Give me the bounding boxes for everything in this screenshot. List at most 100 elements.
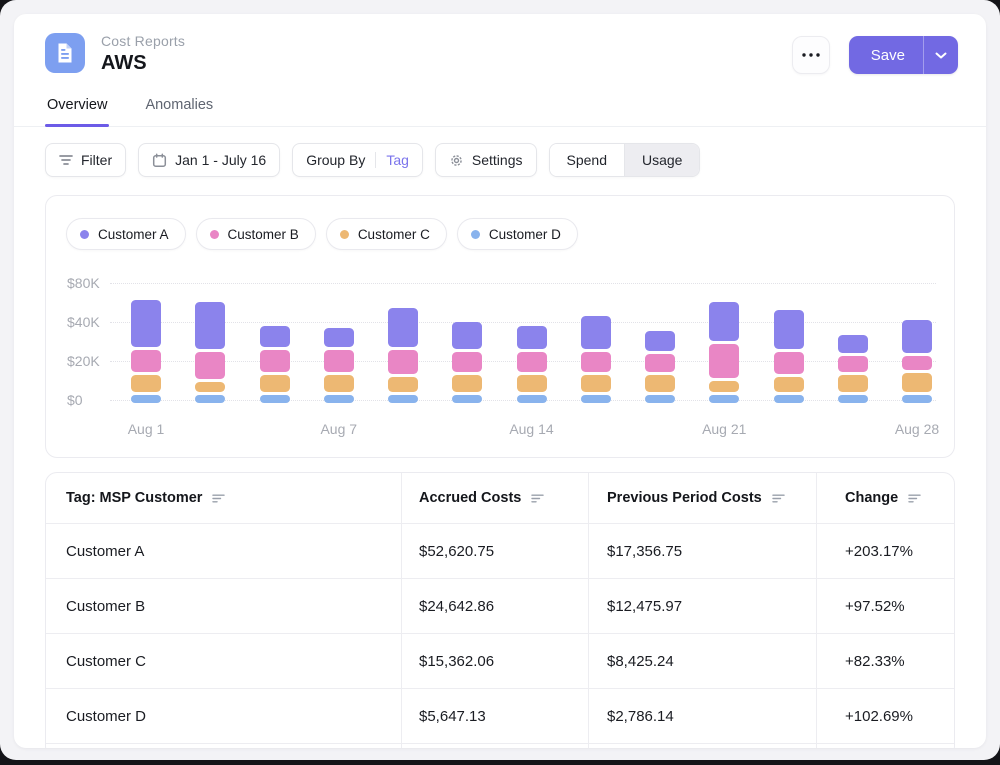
stacked-bar-11[interactable]	[774, 310, 804, 403]
stacked-bar-2[interactable]	[195, 302, 225, 403]
bar-segment-customer-d	[838, 395, 868, 403]
bar-segment-customer-c	[195, 382, 225, 392]
legend-label: Customer C	[358, 227, 430, 242]
ellipsis-icon	[802, 53, 820, 57]
bar-segment-customer-c	[131, 375, 161, 393]
bar-segment-customer-a	[838, 335, 868, 353]
bar-segment-customer-c	[452, 375, 482, 393]
stacked-bar-3[interactable]	[260, 326, 290, 403]
toggle-usage[interactable]: Usage	[624, 144, 699, 176]
bar-segment-customer-a	[452, 322, 482, 349]
column-header-previous[interactable]: Previous Period Costs	[588, 473, 816, 523]
cell-previous: $8,425.24	[588, 634, 816, 688]
x-axis-label: Aug 14	[509, 421, 553, 437]
legend-pill-customer-d[interactable]: Customer D	[457, 218, 578, 250]
save-dropdown-button[interactable]	[924, 52, 958, 59]
date-range-label: Jan 1 - July 16	[175, 152, 266, 168]
sort-lines-icon	[531, 494, 544, 503]
stacked-bar-13[interactable]	[902, 320, 932, 403]
group-by-label: Group By	[306, 152, 365, 168]
toggle-spend[interactable]: Spend	[550, 144, 624, 176]
bar-segment-customer-a	[774, 310, 804, 349]
legend-dot-customer-a	[80, 230, 89, 239]
table-row-customer-a[interactable]: Customer A $52,620.75 $17,356.75 +203.17…	[46, 523, 954, 578]
legend-label: Customer D	[489, 227, 561, 242]
bar-segment-customer-c	[581, 375, 611, 393]
date-range-button[interactable]: Jan 1 - July 16	[138, 143, 280, 177]
table-row-customer-c[interactable]: Customer C $15,362.06 $8,425.24 +82.33%	[46, 633, 954, 688]
x-axis-label: Aug 1	[128, 421, 165, 437]
save-button[interactable]: Save	[849, 47, 923, 64]
legend-dot-customer-b	[210, 230, 219, 239]
stacked-bar-6[interactable]	[452, 322, 482, 403]
cell-accrued: $15,362.06	[401, 634, 588, 688]
cell-name: Customer B	[46, 579, 401, 633]
legend-label: Customer A	[98, 227, 169, 242]
bar-segment-customer-a	[902, 320, 932, 353]
legend-dot-customer-d	[471, 230, 480, 239]
more-options-button[interactable]	[792, 36, 830, 74]
column-header-accrued[interactable]: Accrued Costs	[401, 473, 588, 523]
table-row-customer-d[interactable]: Customer D $5,647.13 $2,786.14 +102.69%	[46, 688, 954, 743]
cell-accrued: $5,647.13	[401, 689, 588, 743]
calendar-icon	[152, 153, 167, 168]
bar-segment-customer-b	[324, 350, 354, 372]
stacked-bar-9[interactable]	[645, 331, 675, 403]
bar-segment-customer-a	[517, 326, 547, 350]
bar-segment-customer-c	[902, 373, 932, 393]
bar-segment-customer-d	[260, 395, 290, 403]
bar-segment-customer-d	[709, 395, 739, 403]
page-title: AWS	[101, 52, 792, 75]
cell-accrued: $24,642.86	[401, 579, 588, 633]
settings-button[interactable]: Settings	[435, 143, 537, 177]
cell-change: +203.17%	[816, 524, 954, 578]
chevron-down-icon	[935, 52, 947, 59]
x-axis-label: Aug 7	[320, 421, 357, 437]
cell-name: Customer A	[46, 524, 401, 578]
stacked-bar-4[interactable]	[324, 328, 354, 403]
toolbar: Filter Jan 1 - July 16 Group By Tag	[45, 143, 955, 177]
column-header-change[interactable]: Change	[816, 473, 954, 523]
sort-lines-icon	[908, 494, 921, 503]
column-header-tag[interactable]: Tag: MSP Customer	[46, 473, 401, 523]
tab-overview[interactable]: Overview	[45, 85, 109, 126]
cost-chart-card: Customer A Customer B Customer C Custome…	[45, 195, 955, 458]
stacked-bar-5[interactable]	[388, 308, 418, 403]
cell-previous: $17,356.75	[588, 524, 816, 578]
cell-accrued: $52,620.75	[401, 524, 588, 578]
legend-pill-customer-c[interactable]: Customer C	[326, 218, 447, 250]
stacked-bar-12[interactable]	[838, 335, 868, 403]
bar-segment-customer-c	[517, 375, 547, 393]
bar-segment-customer-b	[260, 350, 290, 372]
stacked-bar-1[interactable]	[131, 300, 161, 403]
stacked-bar-8[interactable]	[581, 316, 611, 403]
group-by-button[interactable]: Group By Tag	[292, 143, 423, 177]
app-window: Cost Reports AWS Save	[0, 0, 1000, 760]
bar-segment-customer-a	[324, 328, 354, 348]
group-by-divider	[375, 152, 376, 168]
tab-bar: Overview Anomalies	[14, 85, 986, 127]
table-row-customer-b[interactable]: Customer B $24,642.86 $12,475.97 +97.52%	[46, 578, 954, 633]
legend-pill-customer-a[interactable]: Customer A	[66, 218, 186, 250]
bar-segment-customer-b	[645, 354, 675, 372]
bar-segment-customer-d	[388, 395, 418, 403]
bar-segment-customer-c	[260, 375, 290, 393]
table-header-row: Tag: MSP Customer Accrued Costs Previous…	[46, 473, 954, 523]
bar-segment-customer-b	[838, 356, 868, 372]
report-type-label: Cost Reports	[101, 33, 792, 49]
bar-segment-customer-c	[838, 375, 868, 393]
bar-segment-customer-a	[645, 331, 675, 351]
tab-anomalies[interactable]: Anomalies	[143, 85, 215, 126]
stacked-bar-7[interactable]	[517, 326, 547, 403]
filter-label: Filter	[81, 152, 112, 168]
bar-segment-customer-d	[195, 395, 225, 403]
bar-segment-customer-b	[388, 350, 418, 374]
bar-segment-customer-a	[195, 302, 225, 349]
bar-segment-customer-d	[902, 395, 932, 403]
sort-lines-icon	[772, 494, 785, 503]
stacked-bar-10[interactable]	[709, 302, 739, 403]
gridline-80k	[110, 283, 936, 284]
bar-segment-customer-a	[388, 308, 418, 347]
legend-pill-customer-b[interactable]: Customer B	[196, 218, 316, 250]
filter-button[interactable]: Filter	[45, 143, 126, 177]
